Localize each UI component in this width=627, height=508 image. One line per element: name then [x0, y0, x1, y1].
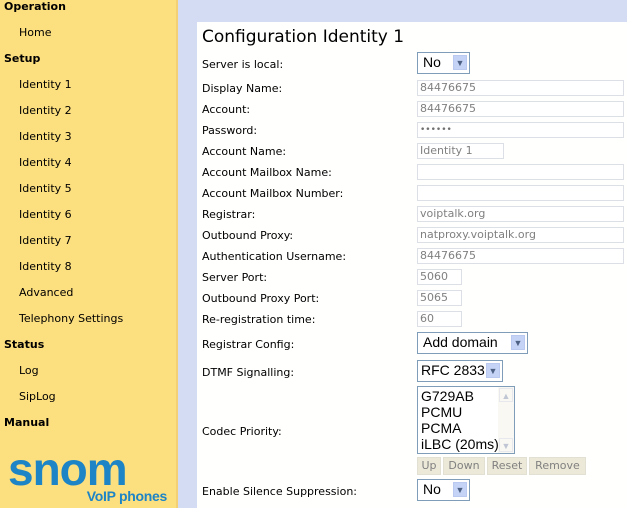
dtmf-signalling-select[interactable]: RFC 2833 ▼ [417, 360, 503, 382]
snom-logo: snom VoIP phones [8, 443, 173, 506]
sidebar-item-identity-4[interactable]: Identity 4 [19, 156, 72, 169]
account-name-label: Account Name: [202, 145, 287, 158]
registrar-input[interactable]: voiptalk.org [417, 206, 624, 222]
password-label: Password: [202, 124, 258, 137]
page-title: Configuration Identity 1 [202, 27, 405, 47]
sidebar-item-siplog[interactable]: SipLog [19, 390, 56, 403]
codec-scrollbar[interactable]: ▲ ▼ [498, 387, 514, 453]
account-label: Account: [202, 103, 251, 116]
dtmf-signalling-value: RFC 2833 [421, 362, 485, 378]
mailbox-number-label: Account Mailbox Number: [202, 187, 344, 200]
outbound-proxy-port-label: Outbound Proxy Port: [202, 292, 320, 305]
dtmf-signalling-label: DTMF Signalling: [202, 366, 295, 379]
codec-option[interactable]: G729AB [421, 388, 474, 404]
chevron-down-icon: ▼ [486, 363, 500, 378]
scroll-down-icon[interactable]: ▼ [499, 438, 513, 452]
codec-remove-button[interactable]: Remove [529, 457, 586, 475]
sidebar-section-manual[interactable]: Manual [4, 416, 49, 429]
mailbox-name-label: Account Mailbox Name: [202, 166, 332, 179]
auth-username-input[interactable]: 84476675 [417, 248, 624, 264]
codec-reset-button[interactable]: Reset [487, 457, 527, 475]
sidebar-item-identity-1[interactable]: Identity 1 [19, 78, 72, 91]
codec-down-button[interactable]: Down [443, 457, 485, 475]
logo-tagline: VoIP phones [86, 488, 168, 504]
mailbox-name-input[interactable] [417, 164, 624, 180]
registrar-config-value: Add domain [423, 334, 498, 350]
config-panel: Configuration Identity 1 Server is local… [197, 22, 627, 508]
sidebar-section-operation: Operation [4, 0, 66, 13]
sidebar-item-identity-6[interactable]: Identity 6 [19, 208, 72, 221]
sidebar-item-telephony-settings[interactable]: Telephony Settings [19, 312, 123, 325]
server-port-label: Server Port: [202, 271, 268, 284]
registrar-label: Registrar: [202, 208, 256, 221]
sidebar-item-log[interactable]: Log [19, 364, 39, 377]
sidebar-item-advanced[interactable]: Advanced [19, 286, 73, 299]
registrar-config-select[interactable]: Add domain ▼ [417, 332, 528, 354]
server-is-local-value: No [423, 54, 441, 70]
silence-suppression-value: No [423, 481, 441, 497]
auth-username-label: Authentication Username: [202, 250, 347, 263]
codec-up-button[interactable]: Up [417, 457, 441, 475]
display-name-input[interactable]: 84476675 [417, 80, 624, 96]
scroll-up-icon[interactable]: ▲ [499, 388, 513, 402]
mailbox-number-input[interactable] [417, 185, 624, 201]
password-input[interactable]: •••••• [417, 122, 624, 138]
codec-priority-label: Codec Priority: [202, 425, 282, 438]
chevron-down-icon: ▼ [453, 482, 467, 497]
sidebar-item-identity-7[interactable]: Identity 7 [19, 234, 72, 247]
outbound-proxy-label: Outbound Proxy: [202, 229, 294, 242]
codec-option[interactable]: iLBC (20ms) [421, 436, 499, 452]
account-input[interactable]: 84476675 [417, 101, 624, 117]
registrar-config-label: Registrar Config: [202, 338, 295, 351]
silence-suppression-select[interactable]: No ▼ [417, 479, 470, 501]
chevron-down-icon: ▼ [453, 55, 467, 70]
sidebar-item-identity-3[interactable]: Identity 3 [19, 130, 72, 143]
reregistration-time-input[interactable]: 60 [417, 311, 462, 327]
display-name-label: Display Name: [202, 82, 283, 95]
server-is-local-label: Server is local: [202, 58, 284, 71]
outbound-proxy-port-input[interactable]: 5065 [417, 290, 462, 306]
account-name-input[interactable]: Identity 1 [417, 143, 504, 159]
sidebar: Operation Home Setup Identity 1 Identity… [0, 0, 178, 508]
server-port-input[interactable]: 5060 [417, 269, 462, 285]
sidebar-divider [176, 0, 178, 508]
sidebar-item-identity-5[interactable]: Identity 5 [19, 182, 72, 195]
sidebar-section-status: Status [4, 338, 45, 351]
codec-priority-listbox[interactable]: G729AB PCMU PCMA iLBC (20ms) ▲ ▼ [417, 386, 515, 454]
sidebar-item-identity-2[interactable]: Identity 2 [19, 104, 72, 117]
chevron-down-icon: ▼ [511, 335, 525, 350]
sidebar-section-setup: Setup [4, 52, 41, 65]
sidebar-item-identity-8[interactable]: Identity 8 [19, 260, 72, 273]
server-is-local-select[interactable]: No ▼ [417, 52, 470, 74]
codec-option[interactable]: PCMA [421, 420, 461, 436]
reregistration-time-label: Re-registration time: [202, 313, 316, 326]
sidebar-item-home[interactable]: Home [19, 26, 51, 39]
silence-suppression-label: Enable Silence Suppression: [202, 485, 358, 498]
outbound-proxy-input[interactable]: natproxy.voiptalk.org [417, 227, 624, 243]
codec-option[interactable]: PCMU [421, 404, 462, 420]
